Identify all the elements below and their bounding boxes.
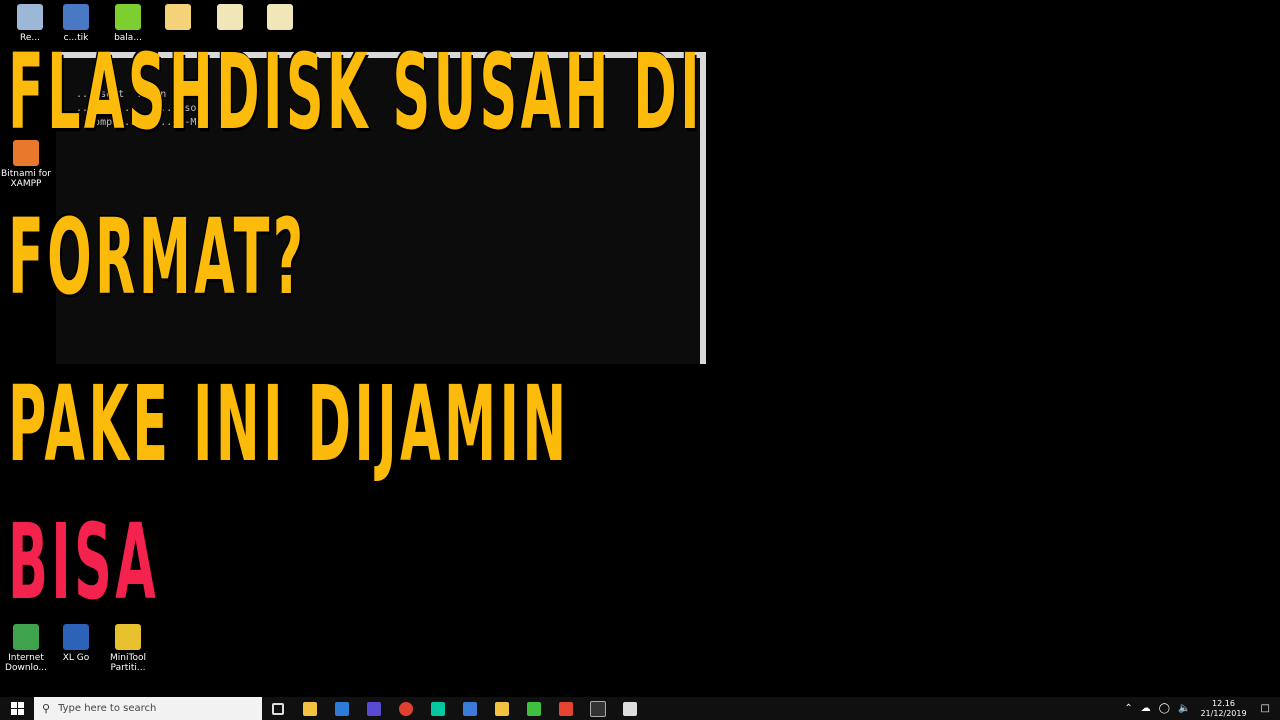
terminal-icon	[590, 700, 606, 717]
search-placeholder: Type here to search	[58, 703, 157, 714]
taskbar-file-explorer[interactable]	[294, 697, 326, 720]
file-icon	[267, 4, 293, 30]
taskbar-app[interactable]	[614, 697, 646, 720]
desktop-icon-minitool[interactable]: MiniTool Partiti...	[98, 624, 158, 673]
network-icon	[463, 701, 477, 716]
clock[interactable]: 12.16 21/12/2019	[1194, 699, 1256, 719]
headline-line-1: FLASHDISK SUSAH DI	[8, 31, 704, 153]
internet-download-icon	[13, 624, 39, 650]
desktop-icon-label: Bitnami for XAMPP	[1, 169, 51, 189]
headline-line-3: PAKE INI DIJAMIN	[8, 363, 570, 485]
camtasia-icon	[527, 701, 541, 716]
app-icon	[335, 701, 349, 716]
taskbar-folder[interactable]	[486, 697, 518, 720]
folder-icon	[495, 701, 509, 716]
headline-line-2: FORMAT?	[8, 196, 307, 318]
windows-icon	[10, 702, 24, 715]
task-view-icon	[272, 702, 284, 715]
file-explorer-icon	[303, 701, 317, 716]
volume-icon[interactable]: 🔈	[1174, 703, 1194, 714]
desktop-icon-label: XL Go	[62, 653, 90, 663]
headline-line-4: BISA	[8, 501, 160, 623]
search-box[interactable]: ⚲ Type here to search	[34, 697, 262, 720]
taskbar-camtasia[interactable]	[518, 697, 550, 720]
system-tray: ⌃ ☁ ◯ 🔈 12.16 21/12/2019 □	[1120, 697, 1280, 720]
search-icon: ⚲	[42, 702, 51, 715]
taskbar-app[interactable]	[550, 697, 582, 720]
clock-date: 21/12/2019	[1200, 708, 1247, 718]
taskbar: ⚲ Type here to search ⌃ ☁ ◯ 🔈 12.16 21/1…	[0, 697, 1280, 720]
cloud-icon[interactable]: ☁	[1137, 703, 1155, 714]
recycle-bin-icon	[17, 4, 43, 30]
action-center-icon[interactable]: □	[1257, 703, 1280, 714]
network-icon[interactable]: ◯	[1155, 703, 1174, 714]
minitool-icon	[115, 624, 141, 650]
desktop-icon-file[interactable]	[250, 4, 310, 33]
cube-icon	[115, 4, 141, 30]
desktop-icon-xl-go[interactable]: XL Go	[46, 624, 106, 663]
network-tool-icon	[63, 4, 89, 30]
chevron-up-icon[interactable]: ⌃	[1120, 703, 1136, 714]
task-view-button[interactable]	[262, 697, 294, 720]
taskbar-app[interactable]	[358, 697, 390, 720]
folder-icon	[165, 4, 191, 30]
file-icon	[217, 4, 243, 30]
clock-time: 12.16	[1212, 698, 1235, 708]
app-icon	[559, 701, 573, 716]
desktop-icon-folder[interactable]	[148, 4, 208, 33]
app-icon	[623, 701, 637, 716]
app-icon	[367, 701, 381, 716]
chrome-icon	[399, 701, 413, 716]
taskbar-audition[interactable]	[422, 697, 454, 720]
start-button[interactable]	[0, 697, 34, 720]
audition-icon	[431, 701, 445, 716]
taskbar-terminal[interactable]	[582, 697, 614, 720]
taskbar-app[interactable]	[326, 697, 358, 720]
xl-go-icon	[63, 624, 89, 650]
taskbar-network[interactable]	[454, 697, 486, 720]
desktop-icon-label: MiniTool Partiti...	[110, 653, 146, 673]
taskbar-chrome[interactable]	[390, 697, 422, 720]
